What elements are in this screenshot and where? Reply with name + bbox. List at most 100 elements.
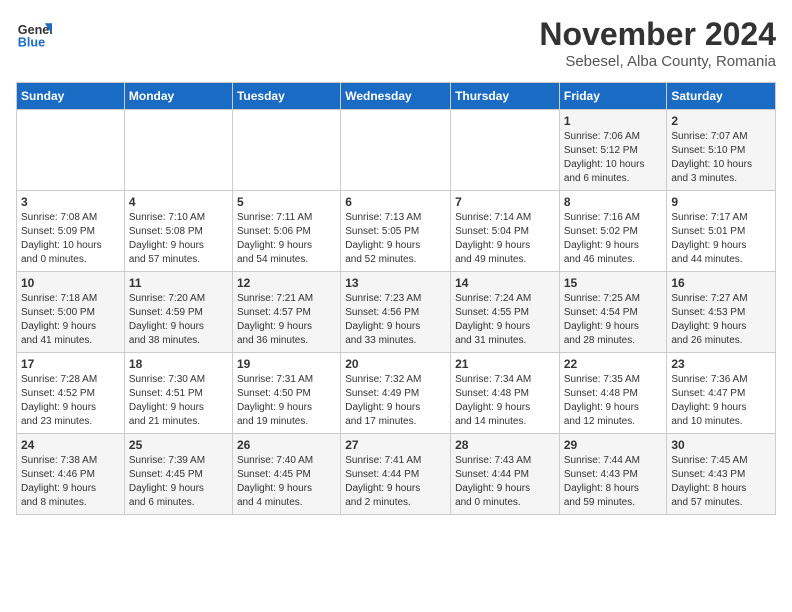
day-number: 5 xyxy=(237,195,336,209)
day-info: Sunrise: 7:30 AM Sunset: 4:51 PM Dayligh… xyxy=(129,373,228,429)
calendar-day-cell: 11 Sunrise: 7:20 AM Sunset: 4:59 PM Dayli… xyxy=(124,272,232,353)
day-info: Sunrise: 7:35 AM Sunset: 4:48 PM Dayligh… xyxy=(564,373,663,429)
calendar-day-cell xyxy=(17,110,125,191)
calendar-day-cell: 4 Sunrise: 7:10 AM Sunset: 5:08 PM Daylig… xyxy=(124,191,232,272)
day-number: 3 xyxy=(21,195,120,209)
calendar-subtitle: Sebesel, Alba County, Romania xyxy=(539,53,776,70)
logo: General Blue xyxy=(16,16,52,52)
calendar-day-cell: 15 Sunrise: 7:25 AM Sunset: 4:54 PM Dayli… xyxy=(559,272,667,353)
calendar-day-cell: 13Sunrise: 7:23 AM Sunset: 4:56 PM Dayli… xyxy=(341,272,451,353)
day-info: Sunrise: 7:14 AM Sunset: 5:04 PM Dayligh… xyxy=(455,211,555,267)
calendar-day-cell: 12 Sunrise: 7:21 AM Sunset: 4:57 PM Dayli… xyxy=(232,272,340,353)
day-info: Sunrise: 7:21 AM Sunset: 4:57 PM Dayligh… xyxy=(237,292,336,348)
day-info: Sunrise: 7:32 AM Sunset: 4:49 PM Dayligh… xyxy=(345,373,446,429)
calendar-day-cell: 28 Sunrise: 7:43 AM Sunset: 4:44 PM Dayli… xyxy=(451,434,560,515)
calendar-week-row: 1 Sunrise: 7:06 AM Sunset: 5:12 PM Daylig… xyxy=(17,110,776,191)
day-number: 20 xyxy=(345,357,446,371)
day-info: Sunrise: 7:34 AM Sunset: 4:48 PM Dayligh… xyxy=(455,373,555,429)
calendar-day-cell: 6 Sunrise: 7:13 AM Sunset: 5:05 PM Daylig… xyxy=(341,191,451,272)
day-info: Sunrise: 7:24 AM Sunset: 4:55 PM Dayligh… xyxy=(455,292,555,348)
calendar-day-cell: 26Sunrise: 7:40 AM Sunset: 4:45 PM Dayli… xyxy=(232,434,340,515)
day-info: Sunrise: 7:31 AM Sunset: 4:50 PM Dayligh… xyxy=(237,373,336,429)
calendar-day-cell: 9Sunrise: 7:17 AM Sunset: 5:01 PM Daylig… xyxy=(667,191,776,272)
calendar-day-cell: 27 Sunrise: 7:41 AM Sunset: 4:44 PM Dayli… xyxy=(341,434,451,515)
header: General Blue November 2024 Sebesel, Alba… xyxy=(16,16,776,70)
day-number: 4 xyxy=(129,195,228,209)
weekday-header-cell: Monday xyxy=(124,83,232,110)
day-number: 18 xyxy=(129,357,228,371)
day-number: 24 xyxy=(21,438,120,452)
day-number: 8 xyxy=(564,195,663,209)
calendar-day-cell: 22 Sunrise: 7:35 AM Sunset: 4:48 PM Dayli… xyxy=(559,353,667,434)
day-number: 1 xyxy=(564,114,663,128)
day-info: Sunrise: 7:16 AM Sunset: 5:02 PM Dayligh… xyxy=(564,211,663,267)
title-area: November 2024 Sebesel, Alba County, Roma… xyxy=(539,16,776,70)
day-info: Sunrise: 7:45 AM Sunset: 4:43 PM Dayligh… xyxy=(671,454,771,510)
day-number: 27 xyxy=(345,438,446,452)
day-info: Sunrise: 7:06 AM Sunset: 5:12 PM Dayligh… xyxy=(564,130,663,186)
calendar-day-cell xyxy=(341,110,451,191)
day-info: Sunrise: 7:25 AM Sunset: 4:54 PM Dayligh… xyxy=(564,292,663,348)
weekday-header-row: SundayMondayTuesdayWednesdayThursdayFrid… xyxy=(17,83,776,110)
calendar-week-row: 24 Sunrise: 7:38 AM Sunset: 4:46 PM Dayli… xyxy=(17,434,776,515)
day-number: 17 xyxy=(21,357,120,371)
day-info: Sunrise: 7:27 AM Sunset: 4:53 PM Dayligh… xyxy=(671,292,771,348)
day-info: Sunrise: 7:20 AM Sunset: 4:59 PM Dayligh… xyxy=(129,292,228,348)
day-number: 28 xyxy=(455,438,555,452)
day-info: Sunrise: 7:08 AM Sunset: 5:09 PM Dayligh… xyxy=(21,211,120,267)
day-number: 19 xyxy=(237,357,336,371)
calendar-day-cell: 1 Sunrise: 7:06 AM Sunset: 5:12 PM Daylig… xyxy=(559,110,667,191)
day-number: 25 xyxy=(129,438,228,452)
weekday-header-cell: Sunday xyxy=(17,83,125,110)
day-info: Sunrise: 7:39 AM Sunset: 4:45 PM Dayligh… xyxy=(129,454,228,510)
calendar-day-cell: 8 Sunrise: 7:16 AM Sunset: 5:02 PM Daylig… xyxy=(559,191,667,272)
calendar-day-cell xyxy=(232,110,340,191)
calendar-day-cell: 18 Sunrise: 7:30 AM Sunset: 4:51 PM Dayli… xyxy=(124,353,232,434)
calendar-day-cell: 29 Sunrise: 7:44 AM Sunset: 4:43 PM Dayli… xyxy=(559,434,667,515)
weekday-header-cell: Saturday xyxy=(667,83,776,110)
calendar-body: 1 Sunrise: 7:06 AM Sunset: 5:12 PM Daylig… xyxy=(17,110,776,515)
calendar-week-row: 10Sunrise: 7:18 AM Sunset: 5:00 PM Dayli… xyxy=(17,272,776,353)
calendar-table: SundayMondayTuesdayWednesdayThursdayFrid… xyxy=(16,82,776,515)
calendar-day-cell xyxy=(451,110,560,191)
day-info: Sunrise: 7:13 AM Sunset: 5:05 PM Dayligh… xyxy=(345,211,446,267)
calendar-day-cell: 2Sunrise: 7:07 AM Sunset: 5:10 PM Daylig… xyxy=(667,110,776,191)
calendar-day-cell: 5 Sunrise: 7:11 AM Sunset: 5:06 PM Daylig… xyxy=(232,191,340,272)
day-number: 12 xyxy=(237,276,336,290)
day-info: Sunrise: 7:40 AM Sunset: 4:45 PM Dayligh… xyxy=(237,454,336,510)
day-number: 30 xyxy=(671,438,771,452)
day-info: Sunrise: 7:28 AM Sunset: 4:52 PM Dayligh… xyxy=(21,373,120,429)
calendar-day-cell: 19 Sunrise: 7:31 AM Sunset: 4:50 PM Dayli… xyxy=(232,353,340,434)
day-info: Sunrise: 7:07 AM Sunset: 5:10 PM Dayligh… xyxy=(671,130,771,186)
weekday-header-cell: Friday xyxy=(559,83,667,110)
day-number: 6 xyxy=(345,195,446,209)
day-info: Sunrise: 7:41 AM Sunset: 4:44 PM Dayligh… xyxy=(345,454,446,510)
day-info: Sunrise: 7:18 AM Sunset: 5:00 PM Dayligh… xyxy=(21,292,120,348)
calendar-day-cell: 10Sunrise: 7:18 AM Sunset: 5:00 PM Dayli… xyxy=(17,272,125,353)
day-info: Sunrise: 7:11 AM Sunset: 5:06 PM Dayligh… xyxy=(237,211,336,267)
day-info: Sunrise: 7:10 AM Sunset: 5:08 PM Dayligh… xyxy=(129,211,228,267)
day-number: 29 xyxy=(564,438,663,452)
day-number: 11 xyxy=(129,276,228,290)
day-number: 22 xyxy=(564,357,663,371)
calendar-day-cell: 3 Sunrise: 7:08 AM Sunset: 5:09 PM Daylig… xyxy=(17,191,125,272)
weekday-header-cell: Wednesday xyxy=(341,83,451,110)
calendar-day-cell: 20 Sunrise: 7:32 AM Sunset: 4:49 PM Dayli… xyxy=(341,353,451,434)
calendar-day-cell: 23Sunrise: 7:36 AM Sunset: 4:47 PM Dayli… xyxy=(667,353,776,434)
day-number: 9 xyxy=(671,195,771,209)
calendar-week-row: 3 Sunrise: 7:08 AM Sunset: 5:09 PM Daylig… xyxy=(17,191,776,272)
day-info: Sunrise: 7:38 AM Sunset: 4:46 PM Dayligh… xyxy=(21,454,120,510)
calendar-day-cell: 21 Sunrise: 7:34 AM Sunset: 4:48 PM Dayli… xyxy=(451,353,560,434)
calendar-title: November 2024 xyxy=(539,16,776,53)
calendar-day-cell: 7Sunrise: 7:14 AM Sunset: 5:04 PM Daylig… xyxy=(451,191,560,272)
day-info: Sunrise: 7:23 AM Sunset: 4:56 PM Dayligh… xyxy=(345,292,446,348)
day-number: 16 xyxy=(671,276,771,290)
calendar-day-cell: 30 Sunrise: 7:45 AM Sunset: 4:43 PM Dayli… xyxy=(667,434,776,515)
day-info: Sunrise: 7:44 AM Sunset: 4:43 PM Dayligh… xyxy=(564,454,663,510)
day-number: 21 xyxy=(455,357,555,371)
day-number: 15 xyxy=(564,276,663,290)
calendar-day-cell xyxy=(124,110,232,191)
svg-text:Blue: Blue xyxy=(18,36,45,50)
calendar-day-cell: 24 Sunrise: 7:38 AM Sunset: 4:46 PM Dayli… xyxy=(17,434,125,515)
day-info: Sunrise: 7:43 AM Sunset: 4:44 PM Dayligh… xyxy=(455,454,555,510)
